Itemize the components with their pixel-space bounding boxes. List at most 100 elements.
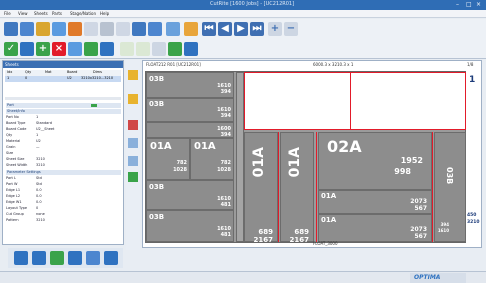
side-tools [126,60,140,250]
optima-logo: OPTIMA [410,273,466,283]
split-view-icon[interactable] [166,22,180,36]
selected-offcut[interactable] [244,72,466,130]
menu-sheets[interactable]: Sheets [34,11,48,16]
page-indicator: 1/8 [467,62,474,67]
sheet-icon[interactable] [20,22,34,36]
part-piece[interactable]: 02A 1952 998 [318,132,432,190]
props-header: Part [6,103,121,108]
rotate-icon[interactable] [120,42,134,56]
part-piece[interactable]: 1600 394 [146,122,234,138]
status-bar: OPTIMA [0,271,486,283]
last-page-icon[interactable]: ⏭ [250,22,264,36]
labels-icon[interactable] [86,251,100,265]
main-toolbar: ⏮ ◀ ▶ ⏭ + − [0,19,486,39]
cut-line [432,132,433,242]
col-mat: Mat [45,70,52,74]
pattern-active-icon[interactable] [184,22,198,36]
menu-file[interactable]: File [4,11,11,16]
offcut-strip [236,72,244,242]
export-icon[interactable] [68,22,82,36]
move-icon[interactable] [100,42,114,56]
check-icon[interactable]: ✓ [4,42,18,56]
open-folder-icon[interactable] [36,22,50,36]
cutting-pattern-view: FLOAT212 R01 [UC212R01] 6000.3 x 3210.3 … [142,60,482,248]
close-button[interactable]: × [476,1,481,9]
grain-direction-icon[interactable] [128,172,138,182]
sheets-panel: Sheets Idx Qty Mat Board Dims 1 0 U2 321… [2,60,124,245]
zoom-out-icon[interactable]: − [284,22,298,36]
menu-bar: File View Sheets Parts Stage/Nation Help [0,10,486,18]
summary-icon[interactable] [104,251,118,265]
menu-stage[interactable]: Stage/Nation [70,11,96,16]
page-number: 1 [469,75,476,85]
status-indicator [91,104,97,107]
cut-list-icon[interactable] [32,251,46,265]
sort-down-icon[interactable] [84,42,98,56]
strip-length: 3210 [467,220,480,225]
section-parameters: Parameter Settings [6,170,121,175]
zoom-in-icon[interactable]: + [268,22,282,36]
strip-label-box: 450 3210 [467,211,481,233]
maximize-button[interactable]: □ [466,1,472,9]
part-piece[interactable]: 01A 2073 567 [318,214,432,242]
preview-icon[interactable] [100,22,114,36]
prop-row[interactable]: Pattern 3210 [6,218,121,224]
highlight-icon[interactable] [128,70,138,80]
sort-az-icon[interactable] [152,42,166,56]
print-icon[interactable] [84,22,98,36]
part-piece[interactable]: 01A 782 1028 [146,138,190,180]
menu-help[interactable]: Help [100,11,109,16]
part-piece[interactable]: 03B 394 1610 [434,132,466,242]
first-page-icon[interactable]: ⏮ [202,22,216,36]
part-piece[interactable]: 01A 689 2167 [244,132,278,244]
sheets-panel-title: Sheets [3,61,123,68]
title-bar: CutRite [1600 Jobs] - [UC212R01] – □ × [0,0,486,10]
part-piece[interactable]: 03B 1610 481 [146,210,234,242]
col-dims: Dims [93,70,102,74]
save-icon[interactable] [52,22,66,36]
part-piece[interactable]: 03B 1610 394 [146,98,234,122]
part-piece[interactable]: 01A 782 1028 [190,138,234,180]
pattern-footer: FLOAT_3000 [313,241,338,246]
settings-icon[interactable] [116,22,130,36]
table-row[interactable]: 1 0 U2 3210x3210...3210 [5,76,121,82]
table-icon[interactable] [20,42,34,56]
cut-icon[interactable] [128,120,138,130]
part-piece[interactable]: 03B 1610 394 [146,72,234,98]
measure-icon[interactable] [128,138,138,148]
part-piece[interactable]: 03B 1610 481 [146,180,234,210]
prop-row[interactable]: Sheet Width 3210 [6,163,121,169]
panel-toolbar [8,248,123,268]
flip-icon[interactable] [136,42,150,56]
cut-line [278,132,279,242]
refresh-icon[interactable] [68,42,82,56]
add-icon[interactable]: + [36,42,50,56]
sheet-layout: 03B 1610 394 03B 1610 394 1600 394 01A 7… [145,71,466,244]
col-qty: Qty [25,70,32,74]
horizontal-scrollbar[interactable] [5,97,121,100]
minimize-button[interactable]: – [456,1,459,9]
strip-width: 450 [467,213,477,218]
delete-icon[interactable]: × [52,42,66,56]
menu-parts[interactable]: Parts [52,11,62,16]
optimize-icon[interactable] [184,42,198,56]
pattern-header: FLOAT212 R01 [UC212R01] [146,62,201,67]
layout-icon[interactable] [148,22,162,36]
previous-page-icon[interactable]: ◀ [218,22,232,36]
sheet-list-icon[interactable] [14,251,28,265]
cut-line [350,72,351,130]
part-piece[interactable]: 01A 2073 567 [318,190,432,214]
parts-icon[interactable] [68,251,82,265]
layer-icon[interactable] [128,94,138,104]
report-icon[interactable] [132,22,146,36]
material-icon[interactable] [50,251,64,265]
grain-icon[interactable] [168,42,182,56]
grid-icon[interactable] [4,22,18,36]
window-title: CutRite [1600 Jobs] - [UC212R01] [210,1,295,7]
col-idx: Idx [7,70,13,74]
part-piece[interactable]: 01A 689 2167 [280,132,314,244]
next-page-icon[interactable]: ▶ [234,22,248,36]
menu-view[interactable]: View [18,11,28,16]
cut-line [316,132,317,242]
trim-icon[interactable] [128,156,138,166]
